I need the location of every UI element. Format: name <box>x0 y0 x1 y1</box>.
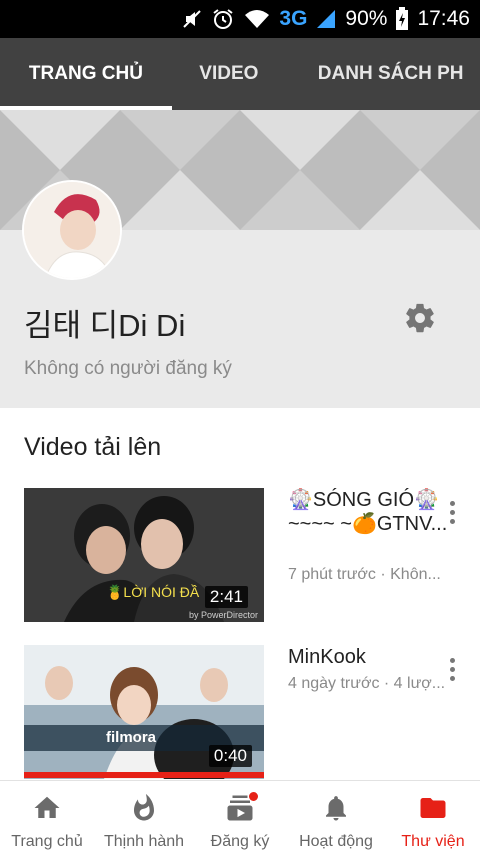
uploads-section: Video tải lên 🍍LỜI NÓI ĐẦ by PowerDirect… <box>0 408 480 780</box>
more-dot <box>449 500 455 506</box>
more-dot <box>449 657 455 663</box>
folder-icon <box>418 793 448 828</box>
tab-label: VIDEO <box>199 63 259 84</box>
video-title[interactable]: 🎡SÓNG GIÓ🎡~~~~ ~🍊GTNV... <box>288 488 448 536</box>
nav-label: Trang chủ <box>11 833 83 850</box>
avatar <box>22 180 122 280</box>
home-icon <box>32 793 62 828</box>
wifi-icon <box>243 8 271 30</box>
section-title: Video tải lên <box>24 433 162 461</box>
video-title[interactable]: MinKook <box>288 645 448 669</box>
network-type: 3G <box>279 7 308 30</box>
nav-trending[interactable]: Thịnh hành <box>94 781 194 854</box>
gear-icon <box>403 301 437 340</box>
video-thumbnail[interactable]: 🍍LỜI NÓI ĐẦ by PowerDirector 2:41 <box>24 488 264 622</box>
nav-home[interactable]: Trang chủ <box>0 781 94 854</box>
tab-video[interactable]: VIDEO <box>172 38 286 110</box>
tab-home[interactable]: TRANG CHỦ <box>0 38 172 110</box>
more-dot <box>449 518 455 524</box>
subscriber-count: Không có người đăng ký <box>24 358 232 379</box>
nav-label: Hoạt động <box>299 833 373 850</box>
video-item[interactable]: filmora 0:40 MinKook 4 ngày trước · 4 lư… <box>0 645 480 780</box>
thumbnail-caption: 🍍LỜI NÓI ĐẦ <box>106 584 200 600</box>
flame-icon <box>129 793 159 828</box>
nav-label: Đăng ký <box>210 833 270 850</box>
nav-label: Thư viện <box>401 833 465 850</box>
video-item[interactable]: 🍍LỜI NÓI ĐẦ by PowerDirector 2:41 🎡SÓNG … <box>0 488 480 628</box>
mute-icon <box>181 8 203 30</box>
tab-playlists[interactable]: DANH SÁCH PH <box>286 38 480 110</box>
status-bar: 3G 90% 17:46 <box>0 0 480 38</box>
thumbnail-watermark: by PowerDirector <box>188 610 258 620</box>
tab-label: DANH SÁCH PH <box>317 63 464 84</box>
bottom-navigation: Trang chủ Thịnh hành Đăng ký Hoạt động T… <box>0 780 480 854</box>
settings-button[interactable] <box>400 300 440 340</box>
more-options-button[interactable] <box>440 653 464 685</box>
bell-icon <box>321 793 351 828</box>
alarm-icon <box>211 7 235 31</box>
nav-label: Thịnh hành <box>103 833 185 850</box>
nav-library[interactable]: Thư viện <box>386 781 480 854</box>
battery-icon <box>395 7 409 31</box>
watch-progress-bar <box>24 772 264 778</box>
video-thumbnail[interactable]: filmora 0:40 <box>24 645 264 779</box>
video-meta: 4 ngày trước · 4 lượ... <box>288 675 446 692</box>
battery-percent: 90% <box>345 7 388 30</box>
more-dot <box>449 675 455 681</box>
more-dot <box>449 666 455 672</box>
more-dot <box>449 509 455 515</box>
thumbnail-watermark: filmora <box>106 729 157 746</box>
video-meta: 7 phút trước · Khôn... <box>288 566 441 583</box>
clock: 17:46 <box>417 7 470 30</box>
channel-name: 김태 디Di Di <box>24 308 186 343</box>
channel-tabs: TRANG CHỦ VIDEO DANH SÁCH PH <box>0 38 480 110</box>
video-duration: 0:40 <box>208 745 252 767</box>
nav-activity[interactable]: Hoạt động <box>286 781 386 854</box>
signal-icon <box>315 8 337 30</box>
tab-label: TRANG CHỦ <box>28 63 143 84</box>
more-options-button[interactable] <box>440 496 464 528</box>
video-duration: 2:41 <box>204 586 248 608</box>
nav-subscriptions[interactable]: Đăng ký <box>194 781 286 854</box>
notification-dot <box>248 791 259 802</box>
